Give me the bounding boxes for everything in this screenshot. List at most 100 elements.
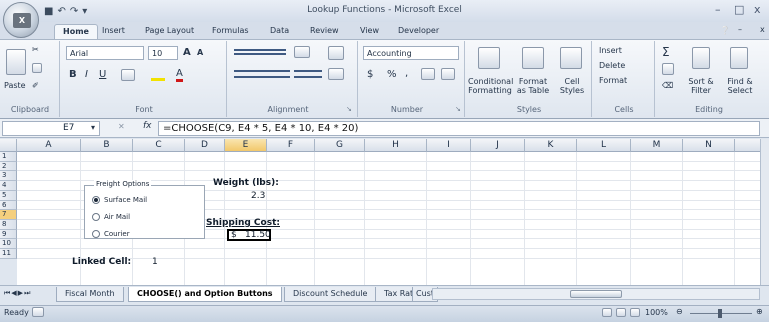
sort-filter-button[interactable]: Sort & Filter [684, 77, 718, 95]
row-header-9[interactable]: 9 [0, 230, 17, 239]
zoom-out-icon[interactable]: ⊖ [676, 307, 683, 316]
normal-view-icon[interactable] [602, 308, 612, 317]
weight-label-cell[interactable]: Weight (lbs): [213, 178, 279, 188]
italic-button[interactable]: I [85, 69, 88, 80]
column-header-e[interactable]: E [225, 139, 267, 152]
indent-icon[interactable] [294, 70, 322, 78]
formula-input[interactable]: =CHOOSE(C9, E4 * 5, E4 * 10, E4 * 20) [158, 121, 760, 136]
row-header-2[interactable]: 2 [0, 162, 17, 171]
name-box[interactable]: E7 [2, 121, 100, 136]
cancel-entry-icon[interactable]: ✕ [118, 122, 125, 131]
clear-icon[interactable]: ⌫ [662, 81, 673, 90]
fill-icon[interactable] [662, 63, 674, 75]
font-color-button[interactable]: A [176, 68, 183, 82]
column-header-a[interactable]: A [17, 139, 81, 152]
row-header-3[interactable]: 3 [0, 171, 17, 181]
courier-label[interactable]: Courier [104, 230, 130, 238]
ribbon-minimize-button[interactable]: – [738, 25, 742, 34]
percent-button[interactable]: % [387, 69, 397, 80]
insert-cells-button[interactable]: Insert [599, 46, 622, 55]
font-name-dropdown[interactable]: Arial [66, 46, 144, 60]
format-painter-icon[interactable]: ✐ [32, 81, 39, 90]
name-box-dropdown-icon[interactable]: ▾ [91, 123, 95, 132]
comma-button[interactable]: , [405, 68, 408, 79]
horizontal-scroll-thumb[interactable] [570, 290, 622, 298]
row-header-10[interactable]: 10 [0, 239, 17, 249]
macro-record-icon[interactable] [32, 307, 44, 317]
select-all-corner[interactable] [0, 139, 17, 152]
orientation-icon[interactable] [294, 46, 310, 58]
bold-button[interactable]: B [69, 69, 77, 80]
paste-icon[interactable] [6, 49, 26, 75]
zoom-level[interactable]: 100% [645, 308, 668, 317]
tab-view[interactable]: View [352, 24, 387, 39]
alignment-dialog-launcher[interactable]: ↘ [346, 105, 352, 113]
paste-button[interactable]: Paste [4, 81, 26, 90]
zoom-in-icon[interactable]: ⊕ [756, 307, 763, 316]
courier-radio[interactable] [92, 230, 100, 238]
format-cells-button[interactable]: Format [599, 76, 627, 85]
maximize-button[interactable]: □ [734, 3, 744, 16]
workbook-close-button[interactable]: x [760, 25, 765, 34]
cell-styles-icon[interactable] [560, 47, 582, 69]
tab-formulas[interactable]: Formulas [204, 24, 257, 39]
find-select-button[interactable]: Find & Select [720, 77, 760, 95]
column-header-d[interactable]: D [185, 139, 225, 152]
zoom-slider-thumb[interactable] [718, 309, 722, 318]
increase-decimal-icon[interactable] [421, 68, 435, 80]
cut-icon[interactable]: ✂ [32, 45, 39, 54]
sheet-tab-choose-option-buttons[interactable]: CHOOSE() and Option Buttons [128, 287, 282, 302]
autosum-button[interactable]: Σ [662, 45, 670, 59]
row-header-8[interactable]: 8 [0, 220, 17, 230]
page-layout-view-icon[interactable] [616, 308, 626, 317]
column-header-h[interactable]: H [365, 139, 427, 152]
minimize-button[interactable]: – [715, 3, 721, 16]
align-buttons-icon[interactable] [234, 70, 290, 78]
sort-filter-icon[interactable] [692, 47, 710, 69]
underline-button[interactable]: U [99, 69, 106, 80]
shipping-cost-label-cell[interactable]: Shipping Cost: [206, 218, 280, 228]
column-header-k[interactable]: K [525, 139, 577, 152]
vertical-scrollbar[interactable] [760, 139, 769, 285]
column-header-f[interactable]: F [267, 139, 315, 152]
conditional-formatting-icon[interactable] [478, 47, 500, 69]
tab-data[interactable]: Data [262, 24, 297, 39]
column-header-m[interactable]: M [631, 139, 683, 152]
merge-center-icon[interactable] [328, 68, 344, 80]
column-header-l[interactable]: L [577, 139, 631, 152]
tab-developer[interactable]: Developer [390, 24, 447, 39]
insert-function-button[interactable]: fx [143, 121, 152, 131]
sheet-tab-fiscal-month[interactable]: Fiscal Month [56, 287, 124, 302]
row-header-1[interactable]: 1 [0, 152, 17, 162]
linked-cell-value[interactable]: 1 [152, 257, 158, 267]
linked-cell-label[interactable]: Linked Cell: [72, 257, 131, 267]
row-header-4[interactable]: 4 [0, 181, 17, 191]
weight-value-cell[interactable]: 2.3 [251, 191, 265, 201]
delete-cells-button[interactable]: Delete [599, 61, 625, 70]
row-header-11[interactable]: 11 [0, 249, 17, 259]
fill-color-icon[interactable] [151, 69, 165, 81]
tab-home[interactable]: Home [54, 24, 98, 39]
decrease-decimal-icon[interactable] [441, 68, 455, 80]
column-header-j[interactable]: J [471, 139, 525, 152]
row-header-7[interactable]: 7 [0, 210, 17, 220]
column-header-b[interactable]: B [81, 139, 133, 152]
copy-icon[interactable] [32, 63, 42, 73]
column-header-i[interactable]: I [427, 139, 471, 152]
sheet-navigation-arrows-icon[interactable]: ⏮◀▶⏭ [4, 289, 31, 298]
top-align-icon[interactable] [234, 49, 286, 55]
shrink-font-button[interactable]: A [197, 48, 203, 57]
cell-styles-button[interactable]: Cell Styles [556, 77, 588, 95]
tab-insert[interactable]: Insert [94, 24, 133, 39]
office-button[interactable]: X [3, 2, 39, 38]
borders-icon[interactable] [121, 69, 135, 81]
surface-mail-radio[interactable] [92, 196, 100, 204]
close-button[interactable]: x [754, 3, 761, 16]
sheet-tab-discount-schedule[interactable]: Discount Schedule [284, 287, 377, 302]
font-size-dropdown[interactable]: 10 [148, 46, 178, 60]
format-as-table-icon[interactable] [522, 47, 544, 69]
number-dialog-launcher[interactable]: ↘ [455, 105, 461, 113]
wrap-text-icon[interactable] [328, 46, 344, 60]
find-binoculars-icon[interactable] [730, 47, 748, 69]
tab-review[interactable]: Review [302, 24, 347, 39]
